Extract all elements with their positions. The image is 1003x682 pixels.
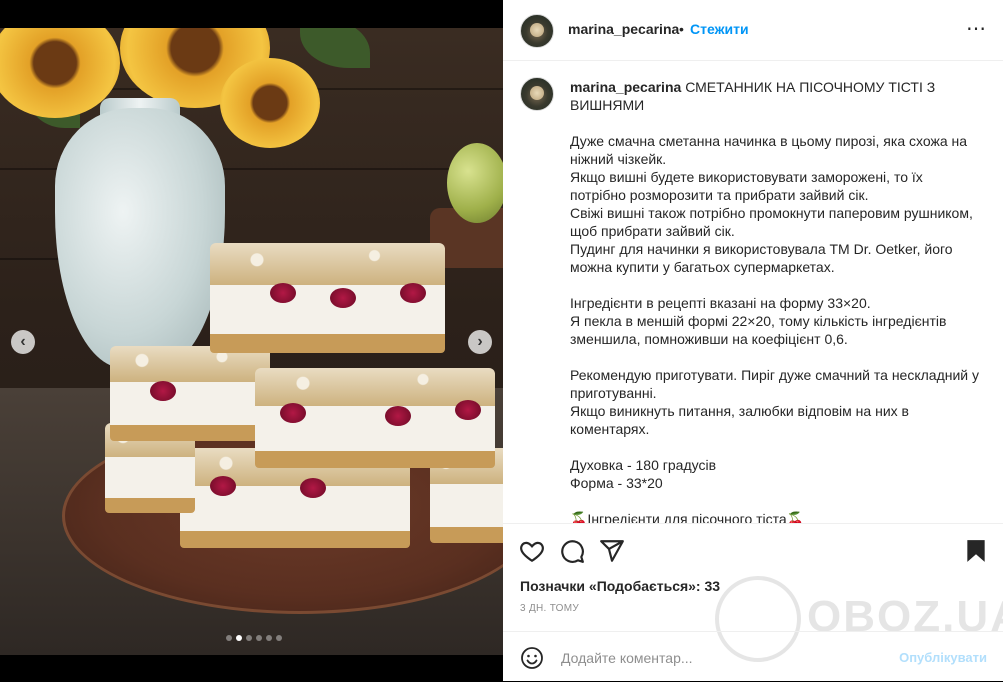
more-options-icon[interactable]: ⋯ [966, 16, 987, 41]
likes-count[interactable]: Позначки «Подобається»: 33 [520, 578, 720, 594]
vase [55, 108, 225, 368]
follow-button[interactable]: Стежити [690, 21, 749, 37]
carousel-prev-button[interactable]: ‹ [11, 330, 35, 354]
emoji-icon[interactable] [520, 646, 544, 670]
cake-slice [255, 368, 495, 468]
cake-slice [110, 346, 270, 441]
separator-dot: • [679, 21, 684, 37]
carousel-dot [246, 635, 252, 641]
post-header: marina_pecarina • Стежити ⋯ [503, 0, 1003, 61]
caption-text: Дуже смачна сметанна начинка в цьому пир… [570, 133, 980, 523]
avatar[interactable] [520, 14, 554, 48]
carousel-dot [226, 635, 232, 641]
leaf [300, 28, 370, 68]
comment-input[interactable] [559, 647, 883, 669]
header-username[interactable]: marina_pecarina [568, 21, 679, 37]
bookmark-icon[interactable] [963, 538, 989, 564]
carousel-next-button[interactable]: › [468, 330, 492, 354]
publish-button[interactable]: Опублікувати [899, 650, 987, 665]
chevron-left-icon: ‹ [20, 333, 26, 350]
action-bar [503, 523, 1003, 584]
caption-avatar[interactable] [520, 77, 554, 111]
sunflower [220, 58, 320, 148]
caption-area[interactable]: marina_pecarina СМЕТАННИК НА ПІСОЧНОМУ Т… [503, 61, 1003, 523]
post-photo [0, 28, 503, 655]
post-panel: marina_pecarina • Стежити ⋯ marina_pecar… [503, 0, 1003, 681]
caption-username[interactable]: marina_pecarina [570, 79, 681, 95]
comment-icon[interactable] [559, 538, 585, 564]
carousel-dot [276, 635, 282, 641]
caption-header: marina_pecarina СМЕТАННИК НА ПІСОЧНОМУ Т… [570, 78, 970, 114]
post-timestamp[interactable]: 3 ДН. ТОМУ [520, 603, 579, 614]
apple [447, 143, 503, 223]
heart-icon[interactable] [519, 538, 545, 564]
cake-slice [210, 243, 445, 353]
chevron-right-icon: › [477, 333, 483, 350]
comment-bar: Опублікувати [503, 631, 1003, 682]
carousel-dot [256, 635, 262, 641]
share-icon[interactable] [599, 538, 625, 564]
carousel-dot [236, 635, 242, 641]
carousel-indicator [226, 635, 282, 641]
carousel-dot [266, 635, 272, 641]
